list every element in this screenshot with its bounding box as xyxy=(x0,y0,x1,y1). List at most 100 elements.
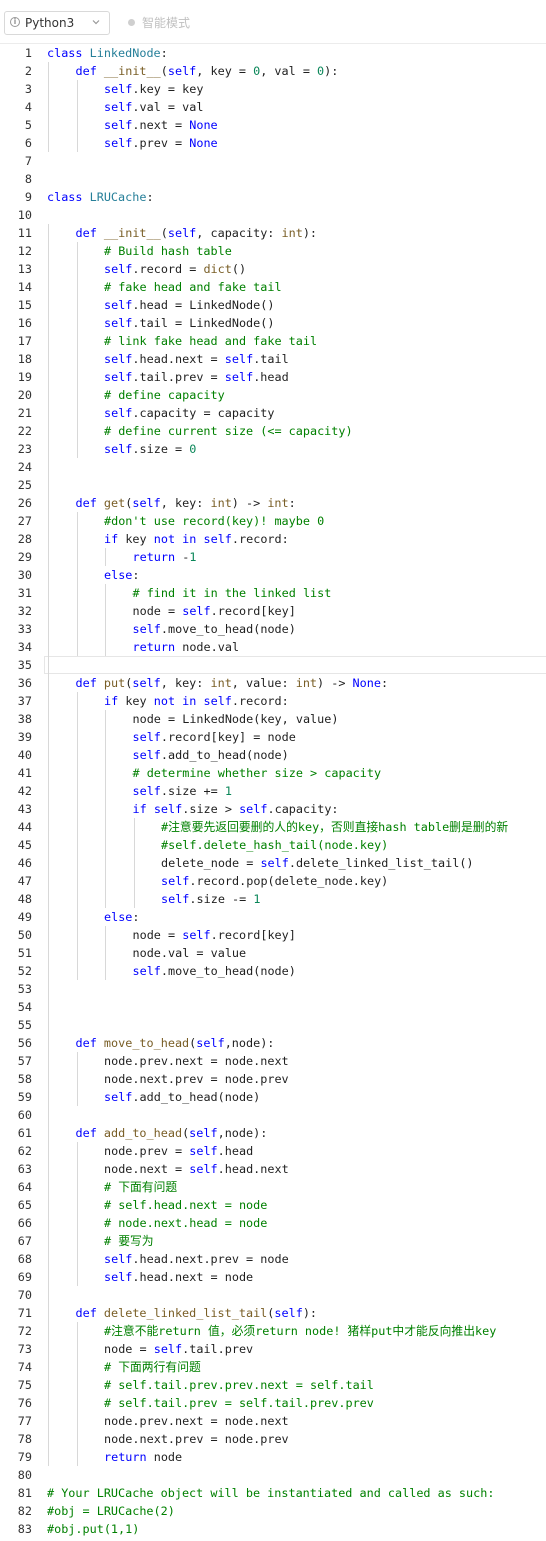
code-line[interactable]: 70 xyxy=(0,1286,546,1304)
code-line[interactable]: 27 #don't use record(key)! maybe 0 xyxy=(0,512,546,530)
code-text: self.add_to_head(node) xyxy=(104,1090,261,1104)
code-line[interactable]: 52 self.move_to_head(node) xyxy=(0,962,546,980)
code-line[interactable]: 82 #obj = LRUCache(2) xyxy=(0,1502,546,1520)
code-line[interactable]: 72 #注意不能return 值，必须return node! 猪样put中才能反… xyxy=(0,1322,546,1340)
code-line[interactable]: 57 node.prev.next = node.next xyxy=(0,1052,546,1070)
code-line[interactable]: 34 return node.val xyxy=(0,638,546,656)
code-line[interactable]: 6 self.prev = None xyxy=(0,134,546,152)
code-line[interactable]: 19 self.tail.prev = self.head xyxy=(0,368,546,386)
code-line[interactable]: 73 node = self.tail.prev xyxy=(0,1340,546,1358)
code-line[interactable]: 64 # 下面有问题 xyxy=(0,1178,546,1196)
code-line[interactable]: 1 class LinkedNode: xyxy=(0,44,546,62)
code-text: node = self.tail.prev xyxy=(104,1342,254,1356)
code-line[interactable]: 9 class LRUCache: xyxy=(0,188,546,206)
code-line[interactable]: 56 def move_to_head(self,node): xyxy=(0,1034,546,1052)
code-line[interactable]: 40 self.add_to_head(node) xyxy=(0,746,546,764)
code-line[interactable]: 28 if key not in self.record: xyxy=(0,530,546,548)
code-line[interactable]: 33 self.move_to_head(node) xyxy=(0,620,546,638)
code-line[interactable]: 74 # 下面两行有问题 xyxy=(0,1358,546,1376)
code-line[interactable]: 7 xyxy=(0,152,546,170)
code-line[interactable]: 68 self.head.next.prev = node xyxy=(0,1250,546,1268)
code-line[interactable]: 47 self.record.pop(delete_node.key) xyxy=(0,872,546,890)
code-line[interactable]: 36 def put(self, key: int, value: int) ->… xyxy=(0,674,546,692)
code-line[interactable]: 26 def get(self, key: int) -> int: xyxy=(0,494,546,512)
code-line[interactable]: 51 node.val = value xyxy=(0,944,546,962)
code-line[interactable]: 54 xyxy=(0,998,546,1016)
code-text: # define current size (<= capacity) xyxy=(104,424,353,438)
code-line[interactable]: 2 def __init__(self, key = 0, val = 0): xyxy=(0,62,546,80)
code-line[interactable]: 3 self.key = key xyxy=(0,80,546,98)
code-editor[interactable]: 1 class LinkedNode: 2 def __init__(self, ke… xyxy=(0,44,546,1541)
language-select[interactable]: i Python3 xyxy=(4,11,110,35)
code-line[interactable]: 49 else: xyxy=(0,908,546,926)
code-line[interactable]: 58 node.next.prev = node.prev xyxy=(0,1070,546,1088)
code-line[interactable]: 31 # find it in the linked list xyxy=(0,584,546,602)
code-line[interactable]: 60 xyxy=(0,1106,546,1124)
code-line[interactable]: 83 #obj.put(1,1) xyxy=(0,1520,546,1538)
code-line[interactable]: 61 def add_to_head(self,node): xyxy=(0,1124,546,1142)
code-line[interactable]: 32 node = self.record[key] xyxy=(0,602,546,620)
code-line[interactable]: 59 self.add_to_head(node) xyxy=(0,1088,546,1106)
code-line[interactable]: 29 return -1 xyxy=(0,548,546,566)
code-line[interactable]: 15 self.head = LinkedNode() xyxy=(0,296,546,314)
code-line[interactable]: 5 self.next = None xyxy=(0,116,546,134)
code-line[interactable]: 43 if self.size > self.capacity: xyxy=(0,800,546,818)
code-line[interactable]: 42 self.size += 1 xyxy=(0,782,546,800)
code-text: def move_to_head(self,node): xyxy=(75,1036,275,1050)
code-line[interactable]: 23 self.size = 0 xyxy=(0,440,546,458)
code-line[interactable]: 55 xyxy=(0,1016,546,1034)
line-number: 61 xyxy=(17,1126,32,1140)
code-line[interactable]: 11 def __init__(self, capacity: int): xyxy=(0,224,546,242)
code-line[interactable]: 45 #self.delete_hash_tail(node.key) xyxy=(0,836,546,854)
code-line[interactable]: 44 #注意要先返回要删的人的key，否则直接hash table删是删的新 xyxy=(0,818,546,836)
code-line[interactable]: 76 # self.tail.prev = self.tail.prev.prev xyxy=(0,1394,546,1412)
line-number: 38 xyxy=(17,712,32,726)
code-line[interactable]: 62 node.prev = self.head xyxy=(0,1142,546,1160)
code-line[interactable]: 41 # determine whether size > capacity xyxy=(0,764,546,782)
code-line[interactable]: 20 # define capacity xyxy=(0,386,546,404)
line-number: 8 xyxy=(24,172,32,186)
code-line[interactable]: 63 node.next = self.head.next xyxy=(0,1160,546,1178)
code-line[interactable]: 67 # 要写为 xyxy=(0,1232,546,1250)
code-line[interactable]: 78 node.next.prev = node.prev xyxy=(0,1430,546,1448)
code-line[interactable]: 35 xyxy=(0,656,546,674)
code-line[interactable]: 4 self.val = val xyxy=(0,98,546,116)
code-line[interactable]: 81 # Your LRUCache object will be instant… xyxy=(0,1484,546,1502)
code-text: #注意不能return 值，必须return node! 猪样put中才能反向推… xyxy=(104,1324,497,1338)
code-line[interactable]: 46 delete_node = self.delete_linked_list_… xyxy=(0,854,546,872)
code-line[interactable]: 75 # self.tail.prev.prev.next = self.tail xyxy=(0,1376,546,1394)
line-number: 74 xyxy=(17,1360,32,1374)
code-line[interactable]: 16 self.tail = LinkedNode() xyxy=(0,314,546,332)
code-line[interactable]: 66 # node.next.head = node xyxy=(0,1214,546,1232)
code-line[interactable]: 39 self.record[key] = node xyxy=(0,728,546,746)
code-line[interactable]: 8 xyxy=(0,170,546,188)
code-line[interactable]: 77 node.prev.next = node.next xyxy=(0,1412,546,1430)
line-number: 55 xyxy=(17,1018,32,1032)
code-line[interactable]: 14 # fake head and fake tail xyxy=(0,278,546,296)
code-line[interactable]: 30 else: xyxy=(0,566,546,584)
code-line[interactable]: 21 self.capacity = capacity xyxy=(0,404,546,422)
code-line[interactable]: 50 node = self.record[key] xyxy=(0,926,546,944)
code-line[interactable]: 24 xyxy=(0,458,546,476)
indent-guide xyxy=(76,242,78,458)
code-line[interactable]: 25 xyxy=(0,476,546,494)
code-line[interactable]: 65 # self.head.next = node xyxy=(0,1196,546,1214)
code-line[interactable]: 22 # define current size (<= capacity) xyxy=(0,422,546,440)
code-line[interactable]: 17 # link fake head and fake tail xyxy=(0,332,546,350)
code-line[interactable]: 12 # Build hash table xyxy=(0,242,546,260)
code-line[interactable]: 48 self.size -= 1 xyxy=(0,890,546,908)
code-line[interactable]: 18 self.head.next = self.tail xyxy=(0,350,546,368)
code-line[interactable]: 13 self.record = dict() xyxy=(0,260,546,278)
code-line[interactable]: 10 xyxy=(0,206,546,224)
indent-guide xyxy=(76,1052,78,1106)
code-line[interactable]: 69 self.head.next = node xyxy=(0,1268,546,1286)
code-line[interactable]: 79 return node xyxy=(0,1448,546,1466)
code-line[interactable]: 71 def delete_linked_list_tail(self): xyxy=(0,1304,546,1322)
code-line[interactable]: 38 node = LinkedNode(key, value) xyxy=(0,710,546,728)
chevron-down-icon xyxy=(92,20,100,25)
code-text: # self.head.next = node xyxy=(104,1198,268,1212)
code-line[interactable]: 53 xyxy=(0,980,546,998)
line-number: 43 xyxy=(17,802,32,816)
code-line[interactable]: 80 xyxy=(0,1466,546,1484)
code-line[interactable]: 37 if key not in self.record: xyxy=(0,692,546,710)
